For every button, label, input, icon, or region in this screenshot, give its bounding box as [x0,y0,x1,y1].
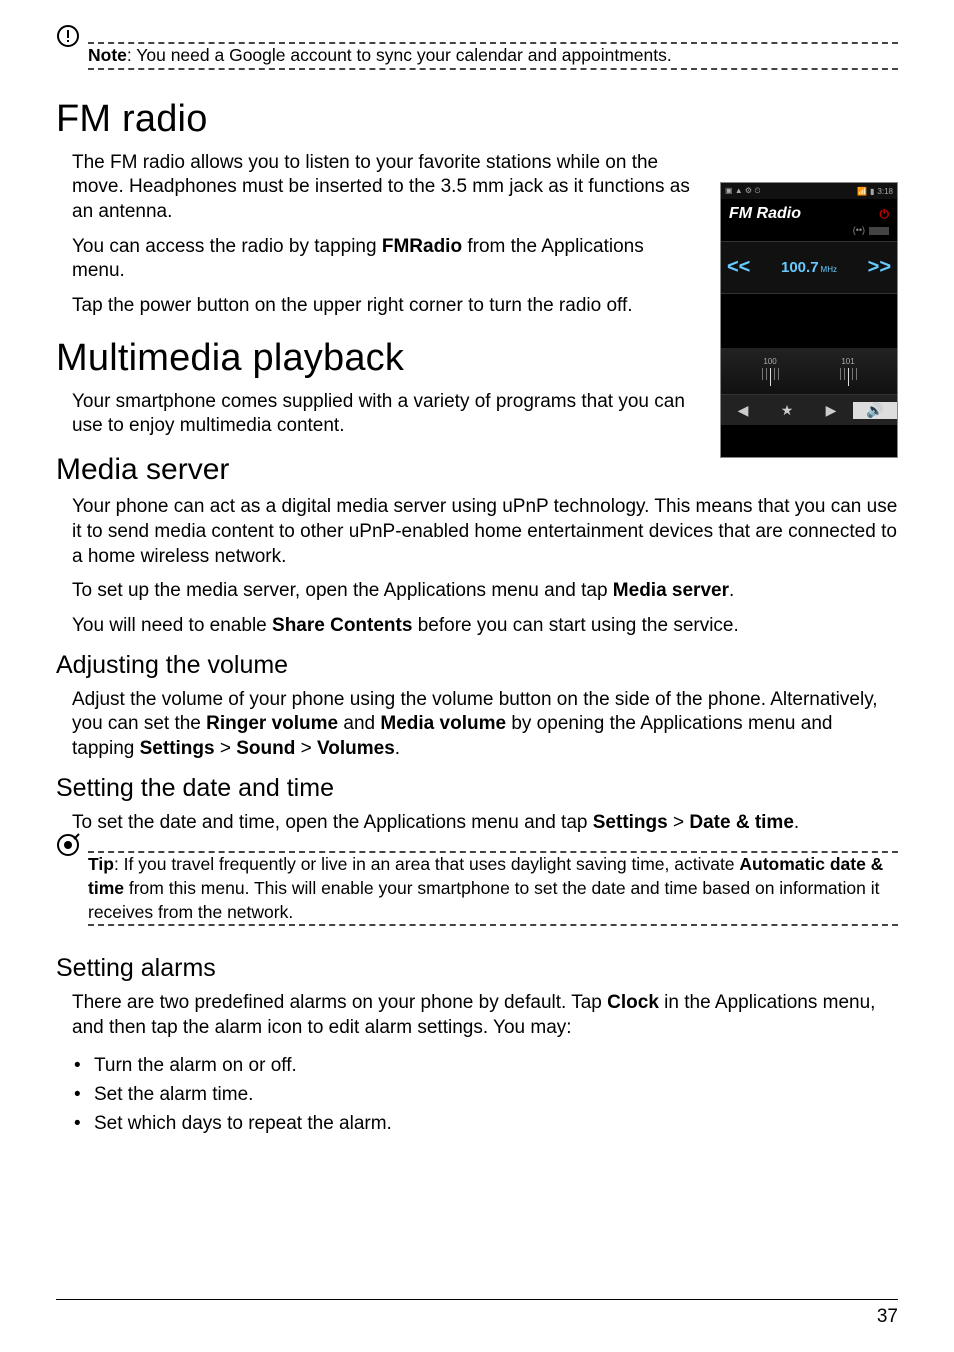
date-time-label: Date & time [689,812,794,833]
tip-text: Tip: If you travel frequently or live in… [88,853,898,924]
tip-label: Tip [88,854,114,874]
text: To set up the media server, open the App… [72,580,613,601]
page-number: 37 [877,1306,898,1328]
media-server-p2: To set up the media server, open the App… [72,579,898,604]
heading-media-server: Media server [56,453,898,487]
footer-divider [56,1299,898,1300]
text: You can access the radio by tapping [72,236,382,257]
tip-callout: Tip: If you travel frequently or live in… [56,845,898,932]
phone-titlebar: FM Radio ⏻ [721,199,897,225]
frequency-display: 100.7MHz [781,259,837,277]
tune-up-button[interactable]: >> [868,256,891,279]
bar-icon [869,227,889,235]
tuner-row: << 100.7MHz >> [721,241,897,294]
target-icon [56,833,80,857]
dial-tick: 101 [823,357,873,386]
settings-label: Settings [593,812,668,833]
sound-label: Sound [236,738,295,759]
text: > [215,738,237,759]
text: > [668,812,690,833]
text: > [295,738,317,759]
dial-tick: 100 [745,357,795,386]
text: . [729,580,734,601]
text: . [794,812,799,833]
heading-alarms: Setting alarms [56,954,898,983]
favorite-button[interactable]: ★ [765,402,809,419]
note-callout: Note: You need a Google account to sync … [56,36,898,76]
heading-datetime: Setting the date and time [56,774,898,803]
heading-volume: Adjusting the volume [56,651,898,680]
note-body: : You need a Google account to sync your… [127,45,672,65]
clock-label: Clock [607,992,659,1013]
phone-spacer [721,294,897,348]
list-item: Turn the alarm on or off. [72,1051,898,1080]
divider [88,924,898,926]
media-server-label: Media server [613,580,729,601]
alarms-bullets: Turn the alarm on or off. Set the alarm … [72,1051,898,1139]
share-contents-label: Share Contents [272,615,412,636]
text: from this menu. This will enable your sm… [88,878,879,922]
frequency-unit: MHz [821,265,837,274]
wifi-icon: 📶 [857,187,867,196]
phone-bottom-bar: ◀ ★ ▶ 🔊 [721,394,897,425]
divider [88,68,898,70]
text: . [395,738,400,759]
tune-down-button[interactable]: << [727,256,750,279]
prev-button[interactable]: ◀ [721,402,765,419]
text: There are two predefined alarms on your … [72,992,607,1013]
phone-statusbar: ▣ ▲ ⚙ ⏲ 📶 ▮ 3:18 [721,183,897,199]
media-server-p1: Your phone can act as a digital media se… [72,495,898,569]
note-label: Note [88,45,127,65]
text: : If you travel frequently or live in an… [114,854,739,874]
fmradio-appname: FMRadio [382,236,462,257]
media-volume-label: Media volume [380,713,506,734]
note-text: Note: You need a Google account to sync … [88,44,898,68]
volume-p1: Adjust the volume of your phone using th… [72,688,898,762]
frequency-value: 100.7 [781,259,819,276]
speaker-button[interactable]: 🔊 [853,402,897,419]
list-item: Set the alarm time. [72,1080,898,1109]
fm-radio-screenshot: ▣ ▲ ⚙ ⏲ 📶 ▮ 3:18 FM Radio ⏻ (••) << 100.… [720,182,898,458]
datetime-p1: To set the date and time, open the Appli… [72,811,898,836]
status-time: 3:18 [877,187,893,196]
heading-fm-radio: FM radio [56,98,898,141]
ringer-volume-label: Ringer volume [206,713,338,734]
settings-label: Settings [140,738,215,759]
next-button[interactable]: ▶ [809,402,853,419]
status-left-icons: ▣ ▲ ⚙ ⏲ [725,186,761,196]
text: and [338,713,380,734]
fm-radio-title: FM Radio [729,205,801,223]
signal-icon: (••) [853,225,865,235]
media-server-p3: You will need to enable Share Contents b… [72,614,898,639]
text: You will need to enable [72,615,272,636]
battery-icon: ▮ [870,187,874,196]
list-item: Set which days to repeat the alarm. [72,1109,898,1138]
volumes-label: Volumes [317,738,395,759]
phone-subbar: (••) [721,225,897,241]
alert-icon [56,24,80,48]
dial-value: 100 [763,357,776,366]
alarms-p1: There are two predefined alarms on your … [72,991,898,1040]
dial-value: 101 [841,357,854,366]
power-icon[interactable]: ⏻ [880,207,890,222]
dial-strip[interactable]: 100 101 [721,348,897,394]
text: before you can start using the service. [412,615,738,636]
text: To set the date and time, open the Appli… [72,812,593,833]
